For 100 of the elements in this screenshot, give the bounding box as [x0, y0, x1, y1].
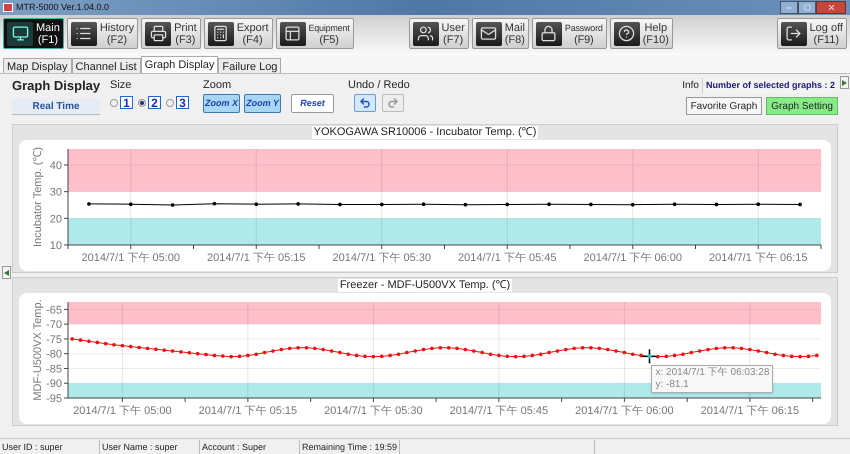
- list-icon: [70, 22, 97, 46]
- data-point: [731, 346, 735, 350]
- section-heading: Graph Display: [12, 78, 100, 94]
- tab[interactable]: Failure Log: [218, 58, 282, 73]
- toolbar-button[interactable]: Export (F4): [204, 18, 272, 49]
- undo-button[interactable]: [354, 94, 376, 112]
- data-point: [722, 346, 727, 350]
- data-point: [514, 354, 518, 358]
- data-point: [455, 346, 459, 350]
- axis-label: -80: [46, 348, 62, 361]
- maximize-button[interactable]: [798, 1, 816, 14]
- data-point: [162, 348, 166, 352]
- zoom-button[interactable]: Zoom X: [203, 94, 240, 113]
- data-point: [806, 354, 810, 358]
- scroll-right-button[interactable]: [840, 76, 848, 89]
- action-button[interactable]: Graph Setting: [766, 97, 838, 115]
- action-button[interactable]: Favorite Graph: [686, 97, 762, 115]
- axis-label: 2014/7/1 下午 05:00: [73, 405, 172, 417]
- toolbar-button[interactable]: User (F7): [408, 18, 469, 49]
- data-point: [622, 350, 626, 354]
- tab[interactable]: Map Display: [3, 58, 72, 73]
- data-point: [170, 349, 174, 353]
- data-point: [547, 350, 551, 354]
- axis-title: MDF-U500VX Temp.: [32, 299, 44, 401]
- data-point: [681, 352, 685, 356]
- data-point: [288, 346, 292, 350]
- minimize-button[interactable]: [780, 1, 798, 14]
- chart-title: Freezer - MDF-U500VX Temp. (℃): [338, 279, 512, 292]
- data-point: [740, 346, 744, 350]
- tab[interactable]: Channel List: [72, 58, 141, 73]
- mail-icon: [476, 22, 502, 46]
- axis-label: -85: [46, 363, 62, 376]
- data-point: [698, 349, 702, 353]
- data-point: [538, 352, 543, 356]
- data-point: [229, 354, 233, 358]
- data-point: [179, 350, 183, 354]
- data-point: [714, 202, 718, 206]
- data-point: [564, 348, 568, 352]
- group-label: Zoom: [203, 78, 232, 92]
- crosshair-icon: [642, 349, 656, 364]
- axis-title: Incubator Temp. (℃): [32, 146, 44, 248]
- toolbar-button[interactable]: Print (F3): [141, 18, 201, 49]
- status-text: User Name : super: [100, 440, 200, 454]
- data-point: [672, 202, 676, 206]
- data-point: [614, 349, 618, 353]
- data-point: [790, 354, 794, 358]
- data-point: [782, 354, 786, 358]
- data-point: [212, 202, 216, 206]
- data-point: [262, 350, 266, 354]
- data-point: [78, 338, 82, 342]
- zoom-button[interactable]: Reset: [291, 94, 334, 113]
- toolbar-button[interactable]: Password (F9): [532, 18, 607, 49]
- data-point: [196, 352, 200, 356]
- left-triangle-icon: [4, 270, 8, 276]
- data-point: [146, 346, 150, 350]
- data-point: [70, 337, 74, 341]
- panel-icon: [280, 22, 306, 46]
- data-point: [313, 346, 317, 350]
- axis-label: 30: [50, 186, 62, 199]
- data-point: [154, 347, 158, 352]
- toolbar-button[interactable]: Mail (F8): [472, 18, 529, 49]
- data-point: [664, 354, 668, 358]
- data-point: [764, 350, 768, 354]
- data-point: [464, 202, 468, 207]
- data-point: [798, 354, 802, 358]
- data-point: [690, 350, 694, 354]
- data-point: [438, 346, 442, 350]
- axis-label: 10: [50, 240, 62, 252]
- users-icon: [412, 22, 439, 46]
- maximize-icon: [804, 4, 810, 11]
- close-button[interactable]: [816, 1, 846, 14]
- toolbar-button[interactable]: Help (F10): [610, 18, 673, 49]
- tab[interactable]: Graph Display: [140, 56, 218, 73]
- data-point: [405, 350, 409, 354]
- group-label: Undo / Redo: [348, 78, 410, 92]
- data-point: [354, 354, 358, 358]
- zoom-button[interactable]: Zoom Y: [244, 94, 281, 113]
- data-point: [104, 342, 108, 346]
- data-point: [547, 202, 551, 206]
- toolbar-button[interactable]: History (F2): [66, 18, 138, 49]
- data-point: [95, 340, 100, 344]
- data-point: [372, 354, 376, 358]
- scroll-left-button[interactable]: [2, 266, 10, 279]
- data-point: [346, 352, 350, 356]
- calculator-icon: [208, 22, 234, 46]
- data-point: [188, 351, 192, 355]
- data-point: [480, 350, 484, 354]
- toolbar-button[interactable]: Main (F1): [3, 18, 64, 49]
- data-point: [321, 348, 325, 352]
- data-point: [630, 352, 635, 356]
- toolbar-button[interactable]: Log off (F11): [776, 18, 847, 49]
- data-point: [338, 202, 342, 206]
- close-icon: [826, 3, 836, 12]
- data-point: [396, 352, 400, 356]
- axis-label: -75: [46, 334, 62, 346]
- mode-label: Real Time: [12, 99, 100, 115]
- data-point: [589, 202, 593, 206]
- axis-label: -90: [46, 378, 62, 390]
- data-point: [254, 352, 258, 356]
- toolbar-button[interactable]: Equipment (F5): [276, 18, 354, 49]
